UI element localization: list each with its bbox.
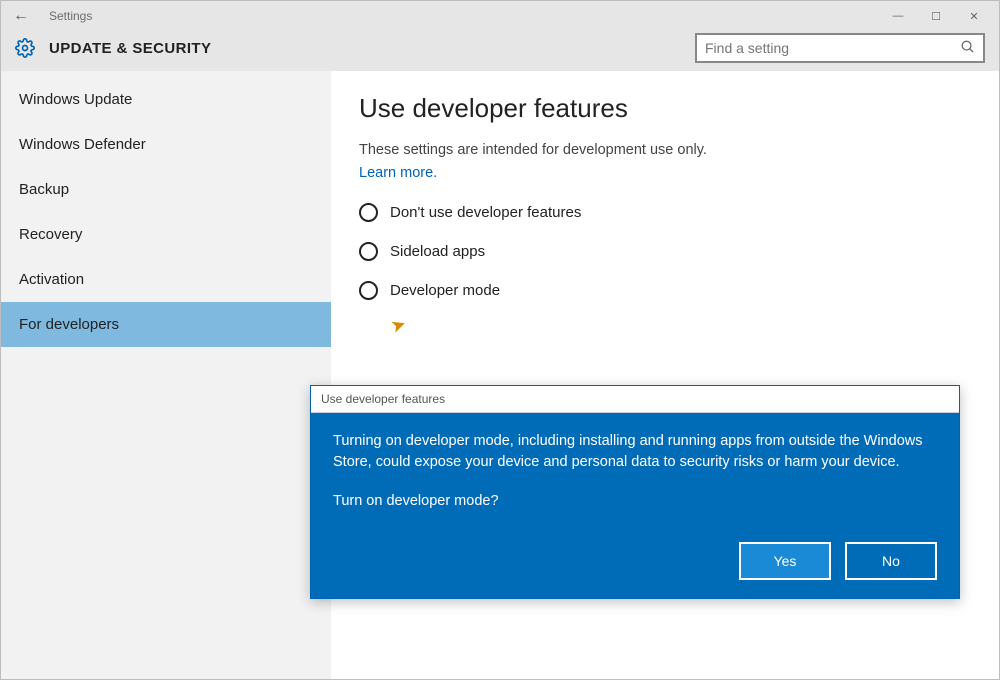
radio-label: Developer mode: [390, 282, 500, 299]
radio-label: Don't use developer features: [390, 204, 581, 221]
header: UPDATE & SECURITY: [1, 31, 999, 71]
developer-features-radio-group: Don't use developer features Sideload ap…: [359, 203, 971, 300]
radio-icon: [359, 281, 378, 300]
dialog-message: Turning on developer mode, including ins…: [333, 431, 937, 473]
caption-buttons: — ☐ ✕: [879, 3, 993, 29]
page-title: UPDATE & SECURITY: [49, 40, 211, 57]
radio-icon: [359, 203, 378, 222]
settings-window: ← Settings — ☐ ✕ UPDATE & SECURITY Windo…: [0, 0, 1000, 680]
sidebar-item-label: For developers: [19, 316, 119, 333]
dialog-body: Turning on developer mode, including ins…: [311, 413, 959, 598]
sidebar-item-backup[interactable]: Backup: [1, 167, 331, 212]
dialog-title: Use developer features: [311, 386, 959, 413]
sidebar: Windows Update Windows Defender Backup R…: [1, 71, 331, 679]
minimize-button[interactable]: —: [879, 3, 917, 29]
dialog-question: Turn on developer mode?: [333, 491, 937, 512]
sidebar-item-activation[interactable]: Activation: [1, 257, 331, 302]
dialog-buttons: Yes No: [333, 542, 937, 580]
search-input[interactable]: [705, 40, 960, 56]
sidebar-item-recovery[interactable]: Recovery: [1, 212, 331, 257]
sidebar-item-label: Windows Update: [19, 91, 132, 108]
sidebar-item-windows-defender[interactable]: Windows Defender: [1, 122, 331, 167]
sidebar-item-windows-update[interactable]: Windows Update: [1, 77, 331, 122]
maximize-button[interactable]: ☐: [917, 3, 955, 29]
sidebar-item-label: Activation: [19, 271, 84, 288]
cursor-icon: ➤: [388, 313, 409, 338]
radio-dont-use[interactable]: Don't use developer features: [359, 203, 971, 222]
sidebar-item-for-developers[interactable]: For developers: [1, 302, 331, 347]
search-box[interactable]: [695, 33, 985, 63]
gear-icon: [15, 38, 35, 58]
titlebar: ← Settings — ☐ ✕: [1, 1, 999, 31]
back-button[interactable]: ←: [7, 5, 35, 27]
no-button[interactable]: No: [845, 542, 937, 580]
content-description: These settings are intended for developm…: [359, 142, 971, 158]
sidebar-item-label: Backup: [19, 181, 69, 198]
confirm-dialog: Use developer features Turning on develo…: [310, 385, 960, 599]
radio-icon: [359, 242, 378, 261]
radio-label: Sideload apps: [390, 243, 485, 260]
sidebar-item-label: Recovery: [19, 226, 82, 243]
yes-button[interactable]: Yes: [739, 542, 831, 580]
search-icon: [960, 39, 975, 57]
sidebar-item-label: Windows Defender: [19, 136, 146, 153]
radio-developer-mode[interactable]: Developer mode: [359, 281, 971, 300]
app-title: Settings: [49, 9, 92, 23]
titlebar-left: ← Settings: [7, 5, 92, 27]
close-button[interactable]: ✕: [955, 3, 993, 29]
content-heading: Use developer features: [359, 93, 971, 124]
learn-more-link[interactable]: Learn more.: [359, 165, 437, 181]
radio-sideload[interactable]: Sideload apps: [359, 242, 971, 261]
